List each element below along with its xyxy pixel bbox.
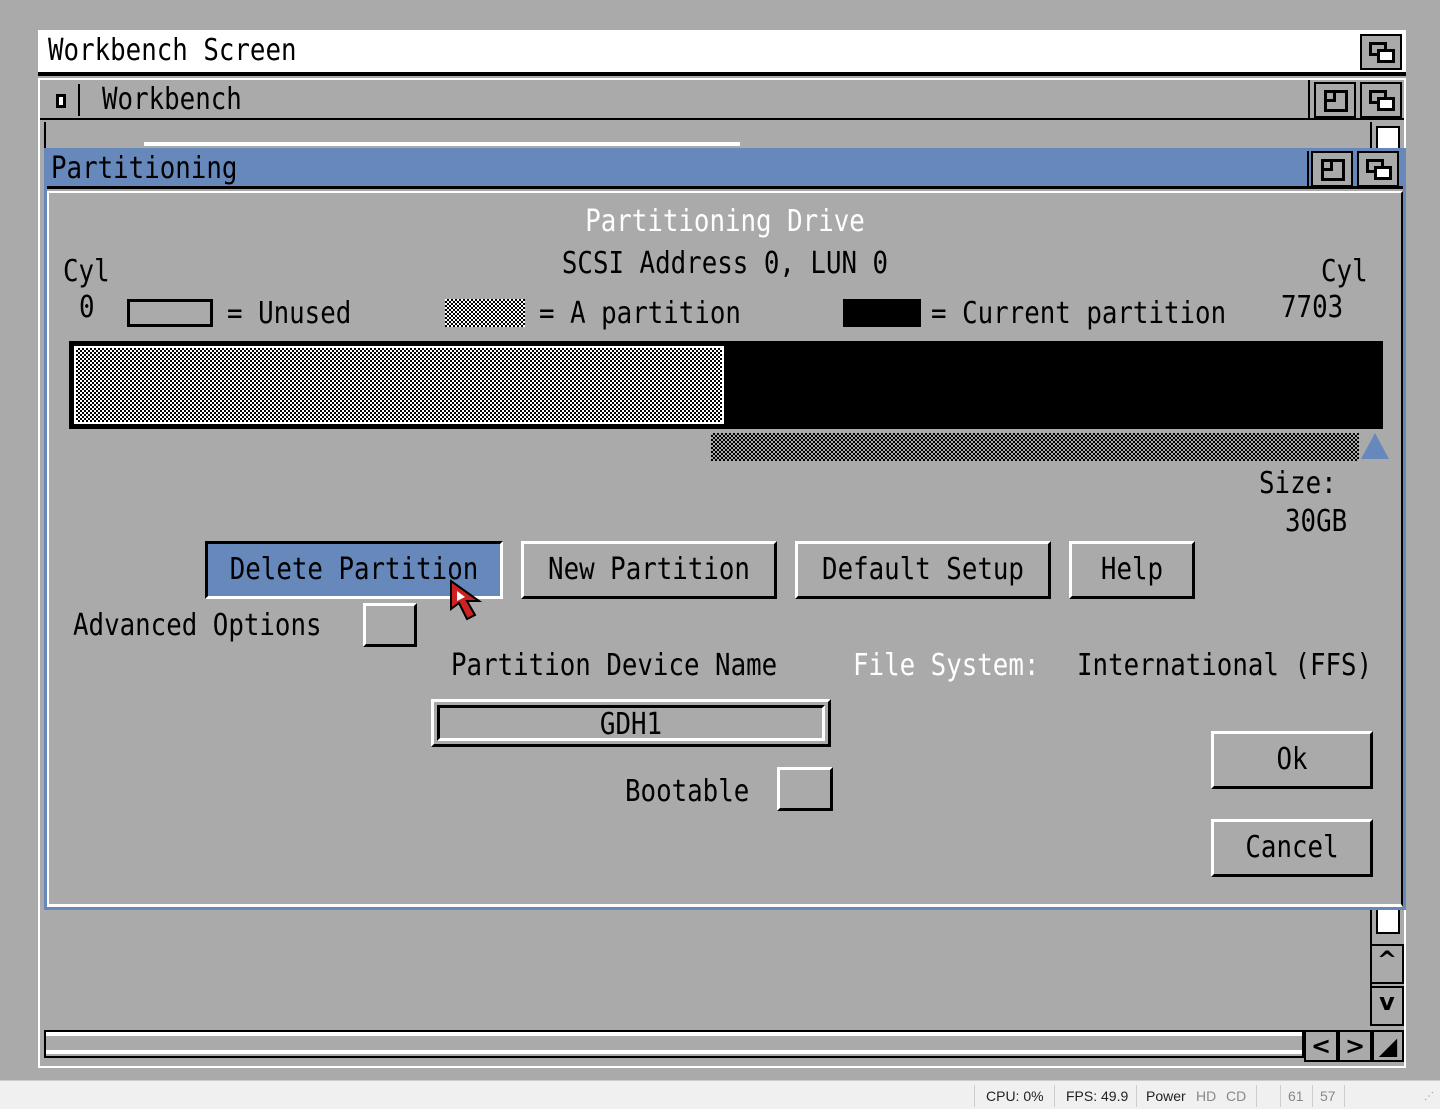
arrow-down-icon[interactable]: v	[1370, 986, 1404, 1026]
drive-counter-2: 57	[1320, 1088, 1336, 1104]
resize-grip-icon[interactable]: ⋰	[1424, 1091, 1434, 1102]
hd-status: HD	[1196, 1088, 1217, 1104]
cyl-start-label: Cyl	[63, 254, 110, 289]
cyl-end-label: Cyl	[1321, 254, 1368, 289]
partition-segment[interactable]	[74, 346, 724, 424]
bootable-label: Bootable	[625, 774, 750, 809]
device-name-value: GDH1	[599, 707, 663, 742]
partitioning-zoom-icon[interactable]	[1311, 151, 1353, 187]
advanced-options-checkbox[interactable]	[363, 603, 417, 647]
help-button[interactable]: Help	[1069, 541, 1195, 599]
legend-current-label: = Current partition	[931, 296, 1227, 331]
legend-partition-swatch	[445, 299, 525, 327]
fps-status: FPS: 49.9	[1066, 1088, 1129, 1104]
workbench-strip	[144, 142, 740, 146]
power-status: Power	[1146, 1088, 1186, 1104]
partitioning-window: Partitioning Partitioning Drive SCSI Add…	[44, 148, 1406, 910]
cd-status: CD	[1226, 1088, 1247, 1104]
screen-title: Workbench Screen	[48, 33, 297, 68]
legend-current-swatch	[843, 299, 921, 327]
legend-unused-label: = Unused	[227, 296, 352, 331]
legend-partition-label: = A partition	[539, 296, 741, 331]
file-system-value[interactable]: International (FFS)	[1077, 651, 1372, 681]
partition-bar[interactable]	[69, 341, 1383, 429]
partitioning-title: Partitioning	[51, 151, 238, 186]
emulator-status-bar: CPU: 0% FPS: 49.9 Power HD CD 61 57 ⋰	[0, 1080, 1440, 1109]
mouse-pointer-icon	[450, 579, 483, 621]
partitioning-body: Partitioning Drive SCSI Address 0, LUN 0…	[47, 191, 1403, 907]
workbench-zoom-icon[interactable]	[1314, 82, 1356, 118]
size-label: Size:	[1259, 466, 1337, 501]
cyl-start-value: 0	[79, 290, 95, 325]
device-name-input[interactable]: GDH1	[431, 699, 831, 747]
workbench-title: Workbench	[102, 82, 242, 117]
ok-button[interactable]: Ok	[1211, 731, 1373, 789]
size-value: 30GB	[1285, 504, 1348, 539]
partitioning-title-bar[interactable]: Partitioning	[47, 151, 1403, 189]
cyl-end-value: 7703	[1281, 290, 1344, 325]
advanced-options-label: Advanced Options	[73, 608, 322, 643]
default-setup-button[interactable]: Default Setup	[795, 541, 1051, 599]
partitioning-heading: Partitioning Drive	[585, 204, 865, 239]
bootable-checkbox[interactable]	[777, 767, 833, 811]
close-icon[interactable]	[46, 84, 80, 116]
cpu-status: CPU: 0%	[986, 1088, 1044, 1104]
arrow-right-icon[interactable]: >	[1338, 1030, 1372, 1062]
partition-drag-strip[interactable]	[711, 433, 1359, 461]
resize-icon[interactable]: ◢	[1372, 1030, 1404, 1062]
new-partition-button[interactable]: New Partition	[521, 541, 777, 599]
horizontal-scrollbar[interactable]	[44, 1030, 1304, 1058]
partition-handle-icon[interactable]	[1359, 431, 1391, 461]
drive-counter-1: 61	[1288, 1088, 1304, 1104]
legend-unused-swatch	[127, 299, 213, 327]
device-name-label: Partition Device Name	[451, 648, 778, 683]
scsi-address: SCSI Address 0, LUN 0	[561, 246, 889, 281]
screen-depth-icon[interactable]	[1360, 34, 1402, 70]
file-system-label: File System:	[853, 648, 1040, 683]
workbench-depth-icon[interactable]	[1360, 82, 1402, 118]
arrow-left-icon[interactable]: <	[1304, 1030, 1338, 1062]
partitioning-depth-icon[interactable]	[1357, 151, 1399, 187]
screen-title-bar[interactable]: Workbench Screen	[38, 30, 1406, 76]
arrow-up-icon[interactable]: ^	[1370, 944, 1404, 984]
current-partition-segment[interactable]	[726, 344, 1380, 426]
workbench-title-bar[interactable]: Workbench	[40, 80, 1404, 120]
cancel-button[interactable]: Cancel	[1211, 819, 1373, 877]
